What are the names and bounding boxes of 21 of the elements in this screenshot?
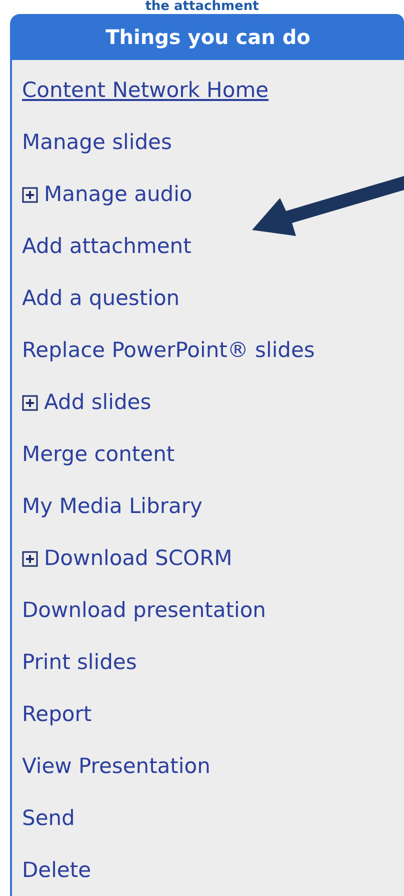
menu-item[interactable]: Manage slides [22,127,172,159]
menu-item[interactable]: Download presentation [22,595,266,627]
panel-title: Things you can do [106,24,310,51]
expand-icon[interactable] [22,187,38,203]
menu-item[interactable]: My Media Library [22,491,202,523]
menu-item[interactable]: Add attachment [22,231,192,263]
nav-link[interactable]: Content Network Home [22,75,269,107]
menu-item[interactable]: Report [22,699,92,731]
menu-item[interactable]: Send [22,803,75,835]
menu-item[interactable]: Add a question [22,283,180,315]
menu-item[interactable]: Manage audio [44,179,192,211]
expand-icon[interactable] [22,395,38,411]
menu-item[interactable]: Add slides [44,387,152,419]
menu-item[interactable]: Merge content [22,439,175,471]
menu-item[interactable]: Delete [22,855,91,887]
menu-item[interactable]: Download SCORM [44,543,232,575]
caption-text: the attachment [145,0,259,14]
menu-item[interactable]: Print slides [22,647,137,679]
expand-icon[interactable] [22,551,38,567]
menu-item[interactable]: Replace PowerPoint® slides [22,335,315,367]
menu-item[interactable]: View Presentation [22,751,210,783]
